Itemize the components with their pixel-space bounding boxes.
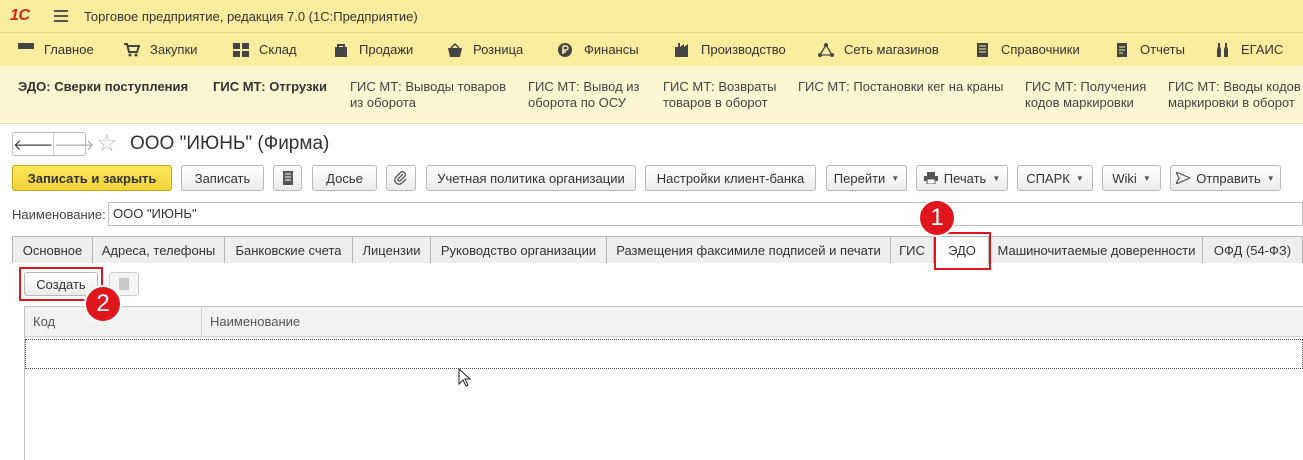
printer-icon: [923, 172, 938, 184]
section-catalogs[interactable]: Справочники: [975, 33, 1080, 67]
goto-menu-button[interactable]: Перейти ▼: [826, 165, 907, 191]
tab-main[interactable]: Основное: [12, 236, 93, 263]
section-purchases[interactable]: Закупки: [124, 33, 197, 67]
accounting-policy-button[interactable]: Учетная политика организации: [426, 165, 636, 191]
form-title: ООО "ИЮНЬ" (Фирма): [130, 133, 330, 154]
title-bar: 1С Торговое предприятие, редакция 7.0 (1…: [0, 0, 1303, 32]
nav-link-gis-shipments[interactable]: ГИС МТ: Отгрузки: [213, 79, 327, 95]
bank-client-settings-button[interactable]: Настройки клиент-банка: [645, 165, 816, 191]
dossier-button[interactable]: Досье: [312, 165, 377, 191]
tab-gis[interactable]: ГИС: [890, 236, 934, 263]
factory-icon: [675, 42, 688, 57]
column-header-name[interactable]: Наименование: [202, 307, 1303, 337]
section-finance[interactable]: Финансы: [558, 33, 639, 67]
forward-button[interactable]: 🡒: [53, 133, 94, 155]
section-retail[interactable]: Розница: [447, 33, 523, 67]
ruble-icon: [558, 42, 572, 57]
tab-bank-accounts[interactable]: Банковские счета: [224, 236, 353, 263]
name-field-label: Наименование:: [12, 207, 106, 222]
callout-highlight-edo-tab: [934, 232, 991, 270]
tab-addresses[interactable]: Адреса, телефоны: [92, 236, 225, 263]
callout-badge-2: 2: [84, 285, 122, 323]
bottles-icon: [1217, 42, 1228, 57]
nav-link-gis-kegs[interactable]: ГИС МТ: Постановки кег на краны: [798, 79, 1003, 95]
section-main[interactable]: Главное: [18, 33, 94, 67]
menu-icon: [18, 42, 34, 57]
app-title: Торговое предприятие, редакция 7.0 (1С:П…: [84, 8, 418, 24]
dropdown-arrow-icon: ▼: [1266, 173, 1275, 183]
copy-icon: [119, 278, 129, 290]
save-button[interactable]: Записать: [181, 165, 264, 191]
sections-panel: Главное Закупки Склад Продажи Розница Фи…: [0, 32, 1303, 66]
table-row[interactable]: [25, 339, 1303, 369]
attach-button[interactable]: [386, 165, 416, 191]
main-menu-icon[interactable]: [54, 10, 68, 22]
send-icon: [1176, 172, 1191, 184]
nav-link-gis-codes-input[interactable]: ГИС МТ: Вводы кодов маркировки в оборот: [1168, 79, 1301, 111]
print-menu-button[interactable]: Печать ▼: [916, 165, 1008, 191]
favorite-star-icon[interactable]: ☆: [96, 129, 118, 158]
nav-link-gis-codes-received[interactable]: ГИС МТ: Получения кодов маркировки: [1025, 79, 1146, 111]
book-icon: [977, 42, 988, 57]
network-icon: [818, 42, 834, 57]
app-logo: 1С: [10, 7, 30, 24]
callout-badge-1: 1: [918, 199, 956, 237]
section-navigation-panel: ЭДО: Сверки поступления ГИС МТ: Отгрузки…: [0, 66, 1303, 124]
section-production[interactable]: Производство: [675, 33, 786, 67]
tab-machine-readable-poa[interactable]: Машиночитаемые доверенности: [990, 236, 1203, 263]
table-header: Код Наименование: [25, 307, 1303, 337]
tab-ofd[interactable]: ОФД (54-ФЗ): [1202, 236, 1303, 263]
tab-licenses[interactable]: Лицензии: [352, 236, 431, 263]
report-icon: [1117, 42, 1127, 57]
nav-link-edo-reconciliation[interactable]: ЭДО: Сверки поступления: [18, 79, 188, 95]
spark-menu-button[interactable]: СПАРК ▼: [1017, 165, 1093, 191]
send-menu-button[interactable]: Отправить ▼: [1170, 165, 1281, 191]
dropdown-arrow-icon: ▼: [1142, 173, 1151, 183]
nav-link-gis-returns[interactable]: ГИС МТ: Возвраты товаров в оборот: [663, 79, 776, 111]
save-and-close-button[interactable]: Записать и закрыть: [12, 165, 172, 191]
nav-link-gis-withdrawal-osu[interactable]: ГИС МТ: Вывод из оборота по ОСУ: [528, 79, 640, 111]
section-store-network[interactable]: Сеть магазинов: [818, 33, 939, 67]
section-egais[interactable]: ЕГАИС: [1215, 33, 1283, 67]
warehouse-icon: [233, 42, 249, 57]
document-list-icon: [282, 171, 293, 185]
form-tabs: Основное Адреса, телефоны Банковские сче…: [12, 236, 1303, 264]
tab-facsimile[interactable]: Размещения факсимиле подписей и печати: [606, 236, 891, 263]
edo-accounts-table: Код Наименование: [24, 306, 1303, 460]
dropdown-arrow-icon: ▼: [1075, 173, 1084, 183]
cart-icon: [124, 42, 140, 56]
section-warehouse[interactable]: Склад: [233, 33, 297, 67]
back-button[interactable]: 🡐: [13, 133, 53, 155]
mouse-cursor-icon: [458, 368, 472, 387]
section-reports[interactable]: Отчеты: [1114, 33, 1185, 67]
bag-icon: [335, 43, 347, 57]
basket-icon: [448, 42, 462, 57]
section-sales[interactable]: Продажи: [333, 33, 413, 67]
dropdown-arrow-icon: ▼: [891, 173, 900, 183]
tab-management[interactable]: Руководство организации: [430, 236, 607, 263]
paperclip-icon: [394, 171, 407, 185]
report-button[interactable]: [273, 165, 302, 191]
dropdown-arrow-icon: ▼: [992, 173, 1001, 183]
name-field[interactable]: ООО "ИЮНЬ": [108, 202, 1303, 226]
history-navigation: 🡐 🡒: [12, 132, 94, 156]
wiki-menu-button[interactable]: Wiki ▼: [1102, 165, 1161, 191]
nav-link-gis-withdrawals[interactable]: ГИС МТ: Выводы товаров из оборота: [350, 79, 506, 111]
